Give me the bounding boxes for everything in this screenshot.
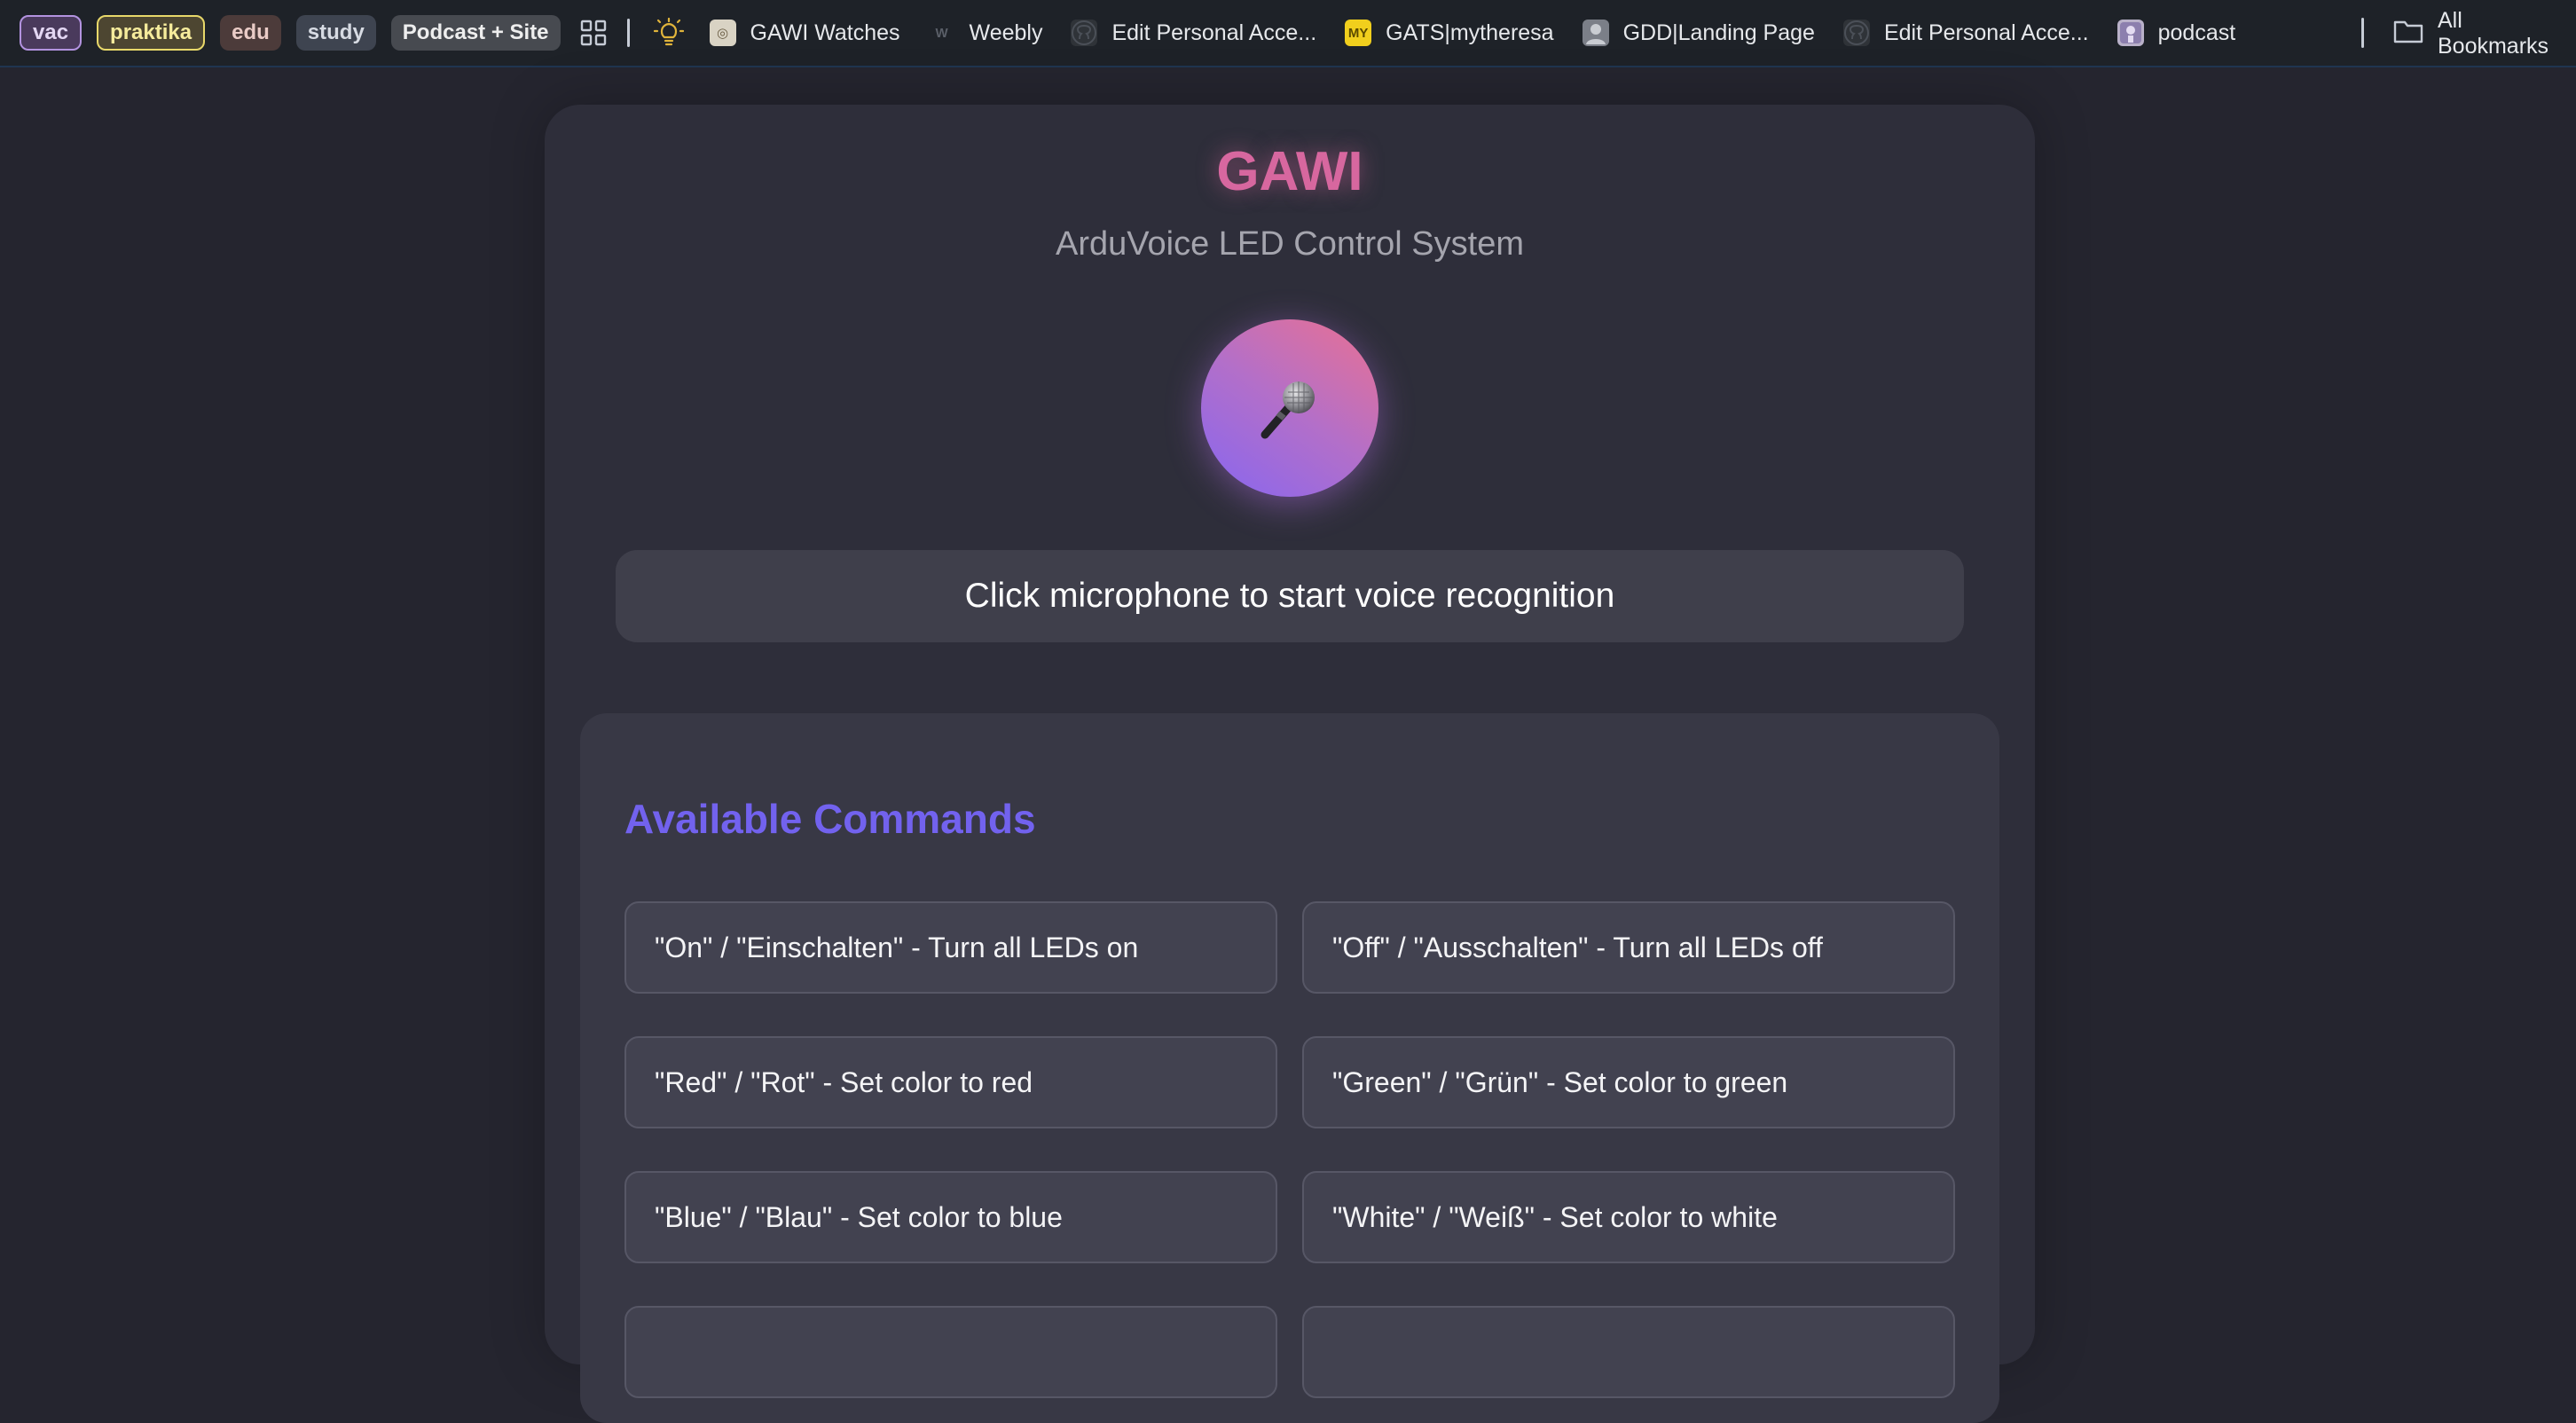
bookmark-label: Edit Personal Acce... <box>1883 20 2089 45</box>
bookmark-weebly[interactable]: W Weebly <box>929 11 1043 55</box>
bookmark-label: GAWI Watches <box>750 20 900 45</box>
lightbulb-icon[interactable] <box>651 15 687 51</box>
status-message: Click microphone to start voice recognit… <box>616 550 1964 642</box>
bookmark-label: GDD|Landing Page <box>1622 20 1815 45</box>
tab-group-vac[interactable]: vac <box>20 15 82 51</box>
weebly-icon: W <box>935 25 948 41</box>
bookmark-gdd-landing-page[interactable]: GDD|Landing Page <box>1582 11 1815 55</box>
tab-group-study[interactable]: study <box>295 15 376 51</box>
microphone-button[interactable] <box>1201 319 1378 497</box>
tab-group-edu[interactable]: edu <box>220 15 281 51</box>
command-item-off[interactable]: "Off" / "Ausschalten" - Turn all LEDs of… <box>1302 901 1955 994</box>
command-item-on[interactable]: "On" / "Einschalten" - Turn all LEDs on <box>624 901 1277 994</box>
bookmarks-bar: vac praktika edu study Podcast + Site ◎ … <box>0 0 2576 67</box>
command-item-partial[interactable] <box>1302 1306 1955 1398</box>
bookmark-label: Edit Personal Acce... <box>1111 20 1317 45</box>
commands-panel: Available Commands "On" / "Einschalten" … <box>580 713 1999 1423</box>
mytheresa-icon: MY <box>1345 20 1372 46</box>
all-bookmarks-button[interactable]: All Bookmarks <box>2393 8 2576 59</box>
command-item-blue[interactable]: "Blue" / "Blau" - Set color to blue <box>624 1171 1277 1263</box>
command-item-white[interactable]: "White" / "Weiß" - Set color to white <box>1302 1171 1955 1263</box>
bookmark-edit-personal-access-2[interactable]: Edit Personal Acce... <box>1842 11 2089 55</box>
command-item-red[interactable]: "Red" / "Rot" - Set color to red <box>624 1036 1277 1128</box>
bookmark-label: Weebly <box>969 20 1043 45</box>
bookmark-label: podcast <box>2157 20 2236 45</box>
folder-icon <box>2393 19 2423 50</box>
command-item-green[interactable]: "Green" / "Grün" - Set color to green <box>1302 1036 1955 1128</box>
all-bookmarks-label: All Bookmarks <box>2438 8 2549 59</box>
watch-icon: ◎ <box>709 20 736 46</box>
bookmark-label: GATS|mytheresa <box>1386 20 1554 45</box>
bookmark-gats-mytheresa[interactable]: MY GATS|mytheresa <box>1345 11 1554 55</box>
bookmarks-separator-right <box>2361 18 2364 48</box>
avatar-icon <box>1582 20 1609 46</box>
apps-grid-icon[interactable] <box>576 15 611 51</box>
bookmarks-separator <box>626 19 630 47</box>
github-icon <box>1842 20 1870 46</box>
command-item-partial[interactable] <box>624 1306 1277 1398</box>
page-title: GAWI <box>1216 141 1363 202</box>
bookmark-gawi-watches[interactable]: ◎ GAWI Watches <box>709 11 900 55</box>
tab-group-praktika[interactable]: praktika <box>97 15 206 51</box>
tab-group-podcast-site[interactable]: Podcast + Site <box>390 15 561 51</box>
podcast-icon <box>2117 20 2144 46</box>
page-subtitle: ArduVoice LED Control System <box>1055 225 1524 263</box>
microphone-icon <box>1261 381 1315 439</box>
bookmark-podcast[interactable]: podcast <box>2117 11 2236 55</box>
app-card: GAWI ArduVoice LED Control System Click … <box>545 105 2035 1423</box>
github-icon <box>1071 20 1098 46</box>
bookmark-edit-personal-access-1[interactable]: Edit Personal Acce... <box>1071 11 1316 55</box>
commands-title: Available Commands <box>624 796 1036 842</box>
